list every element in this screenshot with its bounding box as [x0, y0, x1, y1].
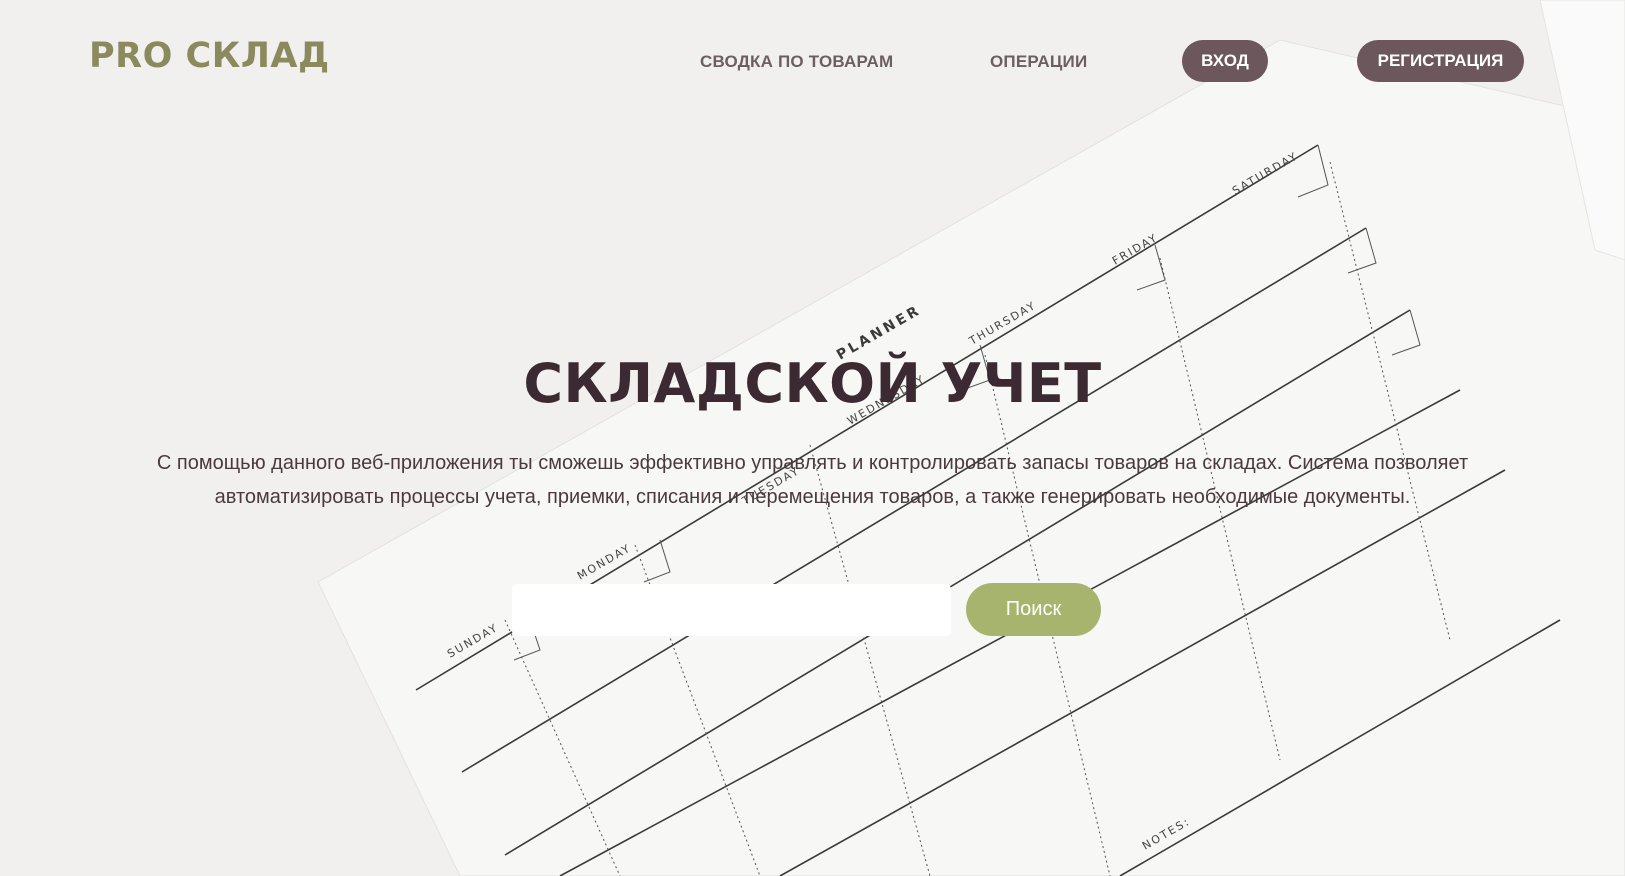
register-button[interactable]: РЕГИСТРАЦИЯ — [1357, 40, 1524, 82]
search-input[interactable] — [512, 584, 951, 636]
brand-logo[interactable]: PRO СКЛАД — [89, 36, 330, 76]
hero-title: СКЛАДСКОЙ УЧЕТ — [523, 352, 1102, 415]
nav-summary-link[interactable]: СВОДКА ПО ТОВАРАМ — [700, 52, 893, 72]
nav-operations-link[interactable]: ОПЕРАЦИИ — [990, 52, 1087, 72]
hero-description: С помощью данного веб-приложения ты смож… — [156, 452, 1469, 508]
search-button[interactable]: Поиск — [966, 583, 1101, 636]
login-button[interactable]: ВХОД — [1182, 40, 1268, 82]
